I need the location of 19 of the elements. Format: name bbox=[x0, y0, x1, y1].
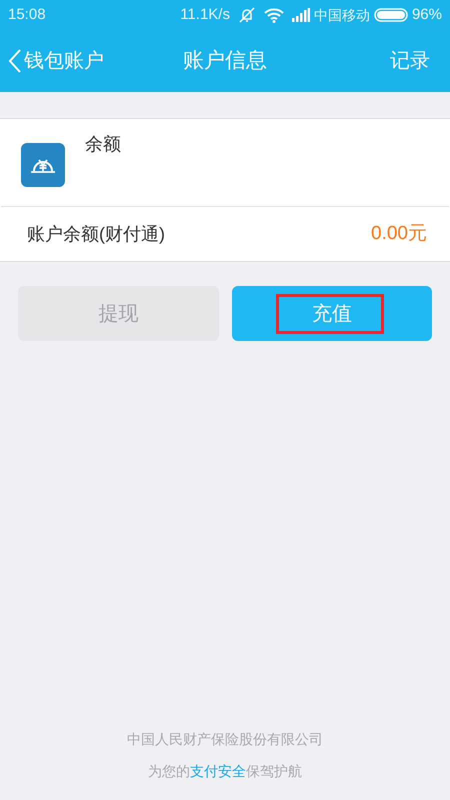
page-title: 账户信息 bbox=[183, 48, 267, 74]
back-button[interactable]: 钱包账户 bbox=[8, 46, 104, 76]
signal-icon bbox=[292, 8, 310, 22]
recharge-button[interactable]: 充值 bbox=[232, 286, 432, 341]
coin-icon bbox=[21, 143, 65, 187]
balance-amount: 0.00元 bbox=[371, 222, 427, 246]
battery-icon bbox=[374, 8, 408, 22]
carrier-name: 中国移动 bbox=[314, 6, 370, 24]
status-time: 15:08 bbox=[8, 4, 46, 25]
balance-label: 账户余额(财付通) bbox=[27, 222, 165, 246]
records-link[interactable]: 记录 bbox=[390, 46, 442, 76]
back-icon bbox=[8, 48, 22, 74]
muted-bell-icon bbox=[238, 7, 256, 23]
company-name: 中国人民财产保险股份有限公司 bbox=[127, 730, 323, 749]
network-speed: 11.1K/s bbox=[180, 4, 230, 25]
battery-level: 96% bbox=[412, 4, 442, 25]
wifi-icon bbox=[264, 7, 284, 23]
slogan-text: 为您的支付安全保驾护航 bbox=[148, 762, 302, 781]
card-title: 余额 bbox=[85, 133, 121, 156]
